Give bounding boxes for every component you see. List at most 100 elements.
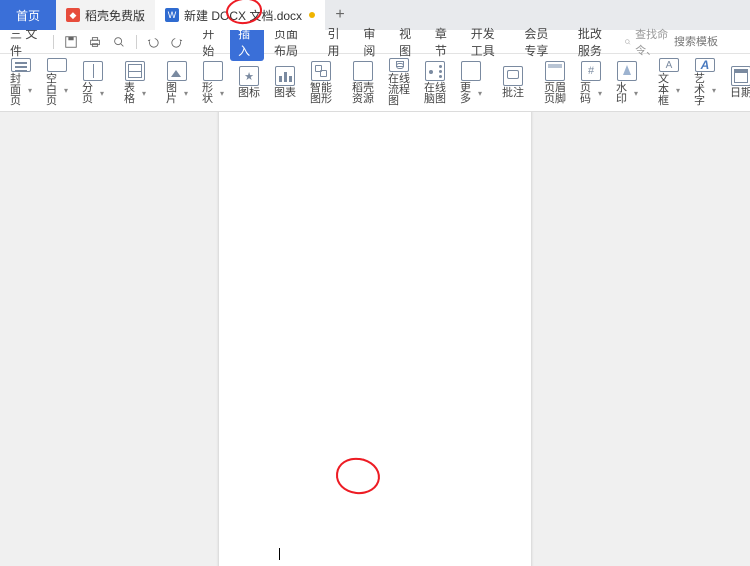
separator bbox=[53, 35, 54, 49]
smartart-icon bbox=[311, 61, 331, 81]
ribbon-chart-label: 图表 bbox=[274, 88, 296, 99]
ribbon-pagenum[interactable]: 页码▾ bbox=[574, 56, 608, 109]
document-page[interactable] bbox=[219, 112, 531, 566]
unsaved-dot-icon bbox=[309, 12, 315, 18]
menu-view-label: 视图 bbox=[399, 27, 411, 58]
save-button[interactable] bbox=[60, 32, 82, 52]
print-preview-button[interactable] bbox=[108, 32, 130, 52]
undo-icon bbox=[146, 35, 160, 49]
docer-res-icon bbox=[353, 61, 373, 81]
ribbon-docer-label: 稻壳资源 bbox=[352, 83, 374, 105]
print-button[interactable] bbox=[84, 32, 106, 52]
ribbon-break-label: 分页 bbox=[82, 83, 99, 105]
search-input[interactable] bbox=[674, 36, 744, 48]
page-break-icon bbox=[83, 61, 103, 81]
menu-vip[interactable]: 会员专享 bbox=[516, 23, 568, 61]
chevron-down-icon: ▾ bbox=[28, 87, 32, 95]
quick-access-bar: 三 文件 开始 插入 页面布局 引用 审阅 视图 章节 开发工具 会员专享 批改… bbox=[0, 30, 750, 54]
blank-page-icon bbox=[47, 58, 67, 72]
ribbon-shape[interactable]: 形状▾ bbox=[196, 56, 230, 109]
menu-start-label: 开始 bbox=[202, 27, 214, 58]
print-icon bbox=[88, 35, 102, 49]
redo-button[interactable] bbox=[166, 32, 188, 52]
menu-ref-label: 引用 bbox=[328, 27, 340, 58]
ribbon-shape-label: 形状 bbox=[202, 83, 219, 105]
tab-home[interactable]: 首页 bbox=[0, 0, 56, 30]
undo-button[interactable] bbox=[142, 32, 164, 52]
tab-home-label: 首页 bbox=[16, 7, 40, 24]
tab-docer[interactable]: ◆ 稻壳免费版 bbox=[56, 0, 155, 30]
ribbon-flow[interactable]: 在线流程图 bbox=[382, 56, 416, 109]
menu-review-label: 审阅 bbox=[363, 27, 375, 58]
tab-document-label: 新建 DOCX 文档.docx bbox=[184, 7, 302, 24]
ribbon-date-label: 日期 bbox=[730, 88, 750, 99]
ribbon-header[interactable]: 页眉页脚 bbox=[538, 56, 572, 109]
ribbon-date[interactable]: 日期 bbox=[724, 56, 750, 109]
ribbon-pagenum-label: 页码 bbox=[580, 83, 597, 105]
ribbon-icon-label: 图标 bbox=[238, 88, 260, 99]
tab-docer-label: 稻壳免费版 bbox=[85, 7, 145, 24]
ribbon-smart[interactable]: 智能图形 bbox=[304, 56, 338, 109]
ribbon-watermark-label: 水印 bbox=[616, 83, 633, 105]
chevron-down-icon: ▾ bbox=[676, 87, 680, 95]
ribbon-table[interactable]: 表格▾ bbox=[118, 56, 152, 109]
search-icon bbox=[624, 36, 632, 48]
ribbon-cover-label: 封面页 bbox=[10, 74, 27, 107]
ribbon-header-label: 页眉页脚 bbox=[544, 83, 566, 105]
chevron-down-icon: ▾ bbox=[220, 90, 224, 98]
ribbon-comment[interactable]: 批注 bbox=[496, 56, 530, 109]
search-box[interactable]: 查找命令、 bbox=[624, 26, 744, 58]
chevron-down-icon: ▾ bbox=[184, 90, 188, 98]
date-icon bbox=[731, 66, 750, 86]
chevron-down-icon: ▾ bbox=[634, 90, 638, 98]
ribbon-chart[interactable]: 图表 bbox=[268, 56, 302, 109]
menu-insert-label: 插入 bbox=[238, 27, 250, 58]
search-hint: 查找命令、 bbox=[635, 26, 670, 58]
shapes-icon bbox=[203, 61, 223, 81]
chevron-down-icon: ▾ bbox=[712, 87, 716, 95]
ribbon-smart-label: 智能图形 bbox=[310, 83, 332, 105]
menu-devtools[interactable]: 开发工具 bbox=[463, 23, 515, 61]
ribbon-mind-label: 在线脑图 bbox=[424, 83, 446, 105]
ribbon-icon[interactable]: 图标 bbox=[232, 56, 266, 109]
header-footer-icon bbox=[545, 61, 565, 81]
ribbon-pic[interactable]: 图片▾ bbox=[160, 56, 194, 109]
menu-view[interactable]: 视图 bbox=[391, 23, 425, 61]
tab-document[interactable]: W 新建 DOCX 文档.docx bbox=[155, 0, 325, 30]
ribbon-cover[interactable]: 封面页▾ bbox=[4, 56, 38, 109]
ribbon-wordart[interactable]: 艺术字▾ bbox=[688, 56, 722, 109]
chevron-down-icon: ▾ bbox=[478, 90, 482, 98]
ribbon-watermark[interactable]: 水印▾ bbox=[610, 56, 644, 109]
ribbon-blank[interactable]: 空白页▾ bbox=[40, 56, 74, 109]
document-workspace[interactable] bbox=[0, 112, 750, 566]
ribbon-break[interactable]: 分页▾ bbox=[76, 56, 110, 109]
menu-review[interactable]: 审阅 bbox=[355, 23, 389, 61]
chevron-down-icon: ▾ bbox=[64, 87, 68, 95]
table-icon bbox=[125, 61, 145, 81]
ribbon-docer[interactable]: 稻壳资源 bbox=[346, 56, 380, 109]
picture-icon bbox=[167, 61, 187, 81]
page-number-icon bbox=[581, 61, 601, 81]
file-menu-button[interactable]: 三 文件 bbox=[6, 32, 47, 52]
menu-section-label: 章节 bbox=[435, 27, 447, 58]
ribbon-blank-label: 空白页 bbox=[46, 74, 63, 107]
menu-section[interactable]: 章节 bbox=[427, 23, 461, 61]
ribbon-textbox[interactable]: 文本框▾ bbox=[652, 56, 686, 109]
ribbon-comment-label: 批注 bbox=[502, 88, 524, 99]
mindmap-icon bbox=[425, 61, 445, 81]
plus-icon: + bbox=[335, 6, 344, 24]
chevron-down-icon: ▾ bbox=[598, 90, 602, 98]
wordart-icon bbox=[695, 58, 715, 72]
menu-batch[interactable]: 批改服务 bbox=[570, 23, 622, 61]
ribbon-mind[interactable]: 在线脑图 bbox=[418, 56, 452, 109]
menu-batch-label: 批改服务 bbox=[578, 27, 602, 58]
ribbon-insert: 封面页▾ 空白页▾ 分页▾ 表格▾ 图片▾ 形状▾ 图标 图表 智能图形 稻壳资… bbox=[0, 54, 750, 112]
ribbon-wordart-label: 艺术字 bbox=[694, 74, 711, 107]
chart-icon bbox=[275, 66, 295, 86]
more-icon bbox=[461, 61, 481, 81]
ribbon-more[interactable]: 更多▾ bbox=[454, 56, 488, 109]
ribbon-more-label: 更多 bbox=[460, 83, 477, 105]
save-icon bbox=[64, 35, 78, 49]
icon-gallery-icon bbox=[239, 66, 259, 86]
menu-devtools-label: 开发工具 bbox=[471, 27, 495, 58]
